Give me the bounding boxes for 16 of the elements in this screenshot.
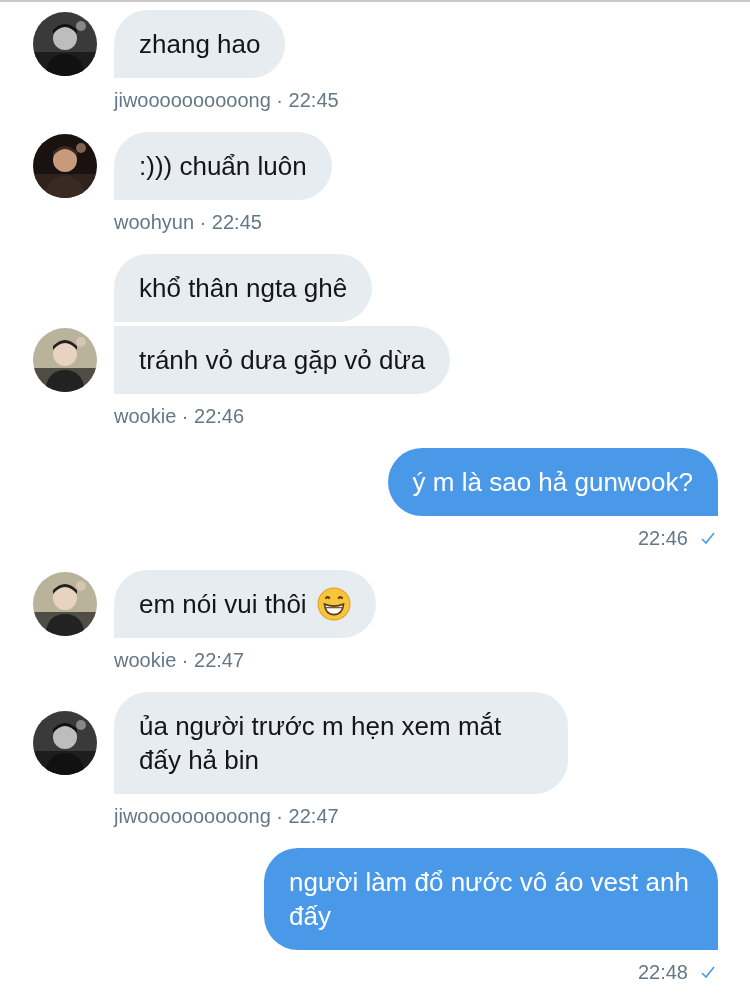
message-meta: jiwoooooooooong · 22:45 xyxy=(114,88,339,112)
message-meta: woohyun · 22:45 xyxy=(114,210,262,234)
message-bubble: ủa người trước m hẹn xem mắt đấy hả bin xyxy=(114,692,568,794)
message-bubble: zhang hao xyxy=(114,10,286,78)
message-bubble: khổ thân ngta ghê xyxy=(114,254,373,322)
message-meta: wookie · 22:47 xyxy=(114,648,245,672)
message-meta: 22:46 xyxy=(637,526,688,550)
message-meta: jiwoooooooooong · 22:47 xyxy=(114,804,339,828)
message-bubble: người làm đổ nước vô áo vest anh đấy xyxy=(264,848,718,950)
message-bubble: ý m là sao hả gunwook? xyxy=(387,448,718,516)
message-bubble: :))) chuẩn luôn xyxy=(114,132,332,200)
message-meta: 22:48 xyxy=(637,960,688,984)
message-bubble: tránh vỏ dưa gặp vỏ dừa xyxy=(114,326,451,394)
message-meta: wookie · 22:46 xyxy=(114,404,245,428)
message-bubble: em nói vui thôi xyxy=(114,570,376,638)
grin-emoji-icon xyxy=(316,587,351,621)
